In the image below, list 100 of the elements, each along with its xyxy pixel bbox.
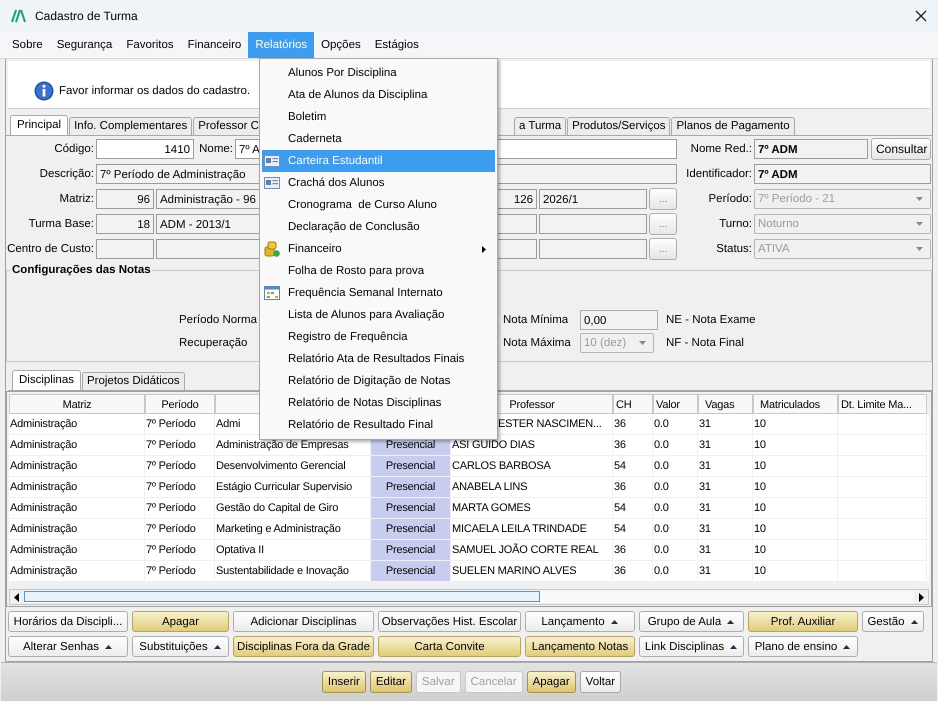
field-label: Matriz: (58, 193, 94, 205)
field-label: Centro de Custo: (6, 243, 94, 255)
action-button[interactable]: Grupo de Aula (639, 611, 744, 632)
horizontal-scrollbar[interactable] (9, 589, 929, 605)
browse-button[interactable]: ... (649, 238, 677, 260)
caret-icon (915, 196, 924, 202)
table-cell: Presencial (371, 519, 451, 540)
caret-icon (842, 644, 852, 650)
input-field[interactable]: 7º ADM (754, 164, 931, 184)
table-cell: 36 (613, 561, 653, 582)
footer-button[interactable]: Editar (370, 671, 412, 693)
field-label: Nota Máxima (503, 336, 572, 348)
input-field[interactable] (96, 239, 154, 259)
column-header[interactable]: Dt. Limite Ma... (838, 394, 927, 414)
input-field[interactable] (539, 239, 647, 259)
footer-button[interactable]: Voltar (580, 671, 622, 693)
input-field[interactable]: 18 (96, 214, 154, 234)
caret-icon (915, 221, 924, 227)
menu-item[interactable]: Declaração de Conclusão (262, 216, 495, 238)
table-cell: 31 (698, 561, 753, 582)
action-button[interactable]: Gestão (862, 611, 924, 632)
menu-item[interactable]: Favoritos (119, 32, 181, 58)
menu-item[interactable]: Sobre (5, 32, 50, 58)
input-field[interactable] (539, 214, 647, 234)
tab[interactable]: Planos de Pagamento (671, 117, 795, 135)
caret-icon (726, 618, 736, 624)
table-cell: Presencial (371, 540, 451, 561)
menu-item[interactable]: Relatório Ata de Resultados Finais (262, 348, 495, 370)
tab[interactable]: Disciplinas (12, 370, 81, 390)
menu-item[interactable]: Lista de Alunos para Avaliação (262, 304, 495, 326)
caret-icon (638, 340, 647, 346)
caret-icon (915, 246, 924, 252)
footer-button[interactable]: Inserir (322, 671, 366, 693)
menu-item[interactable]: Alunos Por Disciplina (262, 62, 495, 84)
caret-icon (729, 644, 738, 650)
consultar-button[interactable]: Consultar (871, 138, 931, 160)
tab[interactable]: a Turma (514, 117, 566, 135)
menu-item[interactable]: Opções (314, 32, 368, 58)
scroll-left-icon (14, 592, 20, 602)
scroll-thumb[interactable] (24, 591, 540, 602)
info-message: Favor informar os dados do cadastro. (59, 84, 250, 96)
field-label: Turno: (718, 218, 752, 230)
action-button[interactable]: Prof. Auxiliar (748, 611, 858, 632)
column-header[interactable]: CH (613, 394, 653, 414)
menu-item[interactable]: Caderneta (262, 128, 495, 150)
action-button[interactable]: Carta Convite (378, 636, 521, 657)
menu-item[interactable]: Folha de Rosto para prova (262, 260, 495, 282)
column-header[interactable]: Período (145, 394, 215, 414)
menu-item[interactable]: Relatório de Digitação de Notas (262, 370, 495, 392)
menu-item[interactable]: Frequência Semanal Internato (262, 282, 495, 304)
field-label: Descrição: (38, 168, 94, 180)
tab[interactable]: Principal (10, 115, 68, 135)
column-header[interactable]: Vagas (698, 394, 753, 414)
table-cell: Presencial (371, 477, 451, 498)
action-button[interactable]: Plano de ensino (748, 636, 858, 657)
column-header[interactable]: Matriculados (753, 394, 838, 414)
action-button[interactable]: Link Disciplinas (639, 636, 744, 657)
action-button[interactable]: Horários da Discipli... (8, 611, 128, 632)
table-cell: 10 (753, 561, 838, 582)
input-field[interactable]: 1410 (96, 139, 194, 159)
action-button[interactable]: Lançamento Notas (525, 636, 635, 657)
menu-item[interactable]: Boletim (262, 106, 495, 128)
action-button[interactable]: Apagar (132, 611, 229, 632)
browse-button[interactable]: ... (649, 188, 677, 210)
menu-item[interactable]: Segurança (50, 32, 120, 58)
group-title: Configurações das Notas (11, 264, 152, 276)
tab[interactable]: Projetos Didáticos (82, 372, 185, 390)
id-card-icon (264, 153, 280, 169)
action-button[interactable]: Adicionar Disciplinas (233, 611, 374, 632)
action-button[interactable]: Alterar Senhas (8, 636, 128, 657)
menu-item[interactable]: Financeiro (180, 32, 248, 58)
id-card-icon (264, 175, 280, 191)
input-field[interactable]: 7º ADM (754, 139, 868, 159)
input-field[interactable]: 96 (96, 189, 154, 209)
browse-button[interactable]: ... (649, 213, 677, 235)
field-label: Nota Mínima (503, 314, 570, 326)
table-cell: SUELEN MARINO ALVES (451, 561, 613, 582)
action-button[interactable]: Disciplinas Fora da Grade (233, 636, 374, 657)
logo-icon (11, 9, 27, 23)
caret-icon (910, 618, 919, 624)
tab[interactable]: Info. Complementares (69, 117, 192, 135)
table-cell: Presencial (371, 498, 451, 519)
legend-text: NE - Nota Exame (666, 314, 756, 326)
coins-icon (264, 241, 280, 257)
window-title: Cadastro de Turma (35, 9, 138, 23)
column-header[interactable]: Matriz (9, 394, 145, 414)
menu-item[interactable]: Registro de Frequência (262, 326, 495, 348)
input-field[interactable]: 0,00 (580, 310, 658, 330)
action-button[interactable]: Lançamento (525, 611, 635, 632)
tab[interactable]: Produtos/Serviços (567, 117, 670, 135)
footer-button[interactable]: Apagar (526, 671, 576, 693)
menu-item[interactable]: Ata de Alunos da Disciplina (262, 84, 495, 106)
action-button[interactable]: Substituições (132, 636, 229, 657)
input-field[interactable]: 2026/1 (539, 189, 647, 209)
menu-item[interactable]: Financeiro (262, 238, 495, 260)
field-label: Nome: (198, 143, 233, 155)
info-icon (34, 80, 54, 100)
menu-item[interactable]: Estágios (368, 32, 426, 58)
column-header[interactable]: Valor (653, 394, 698, 414)
action-button[interactable]: Observações Hist. Escolar (378, 611, 521, 632)
